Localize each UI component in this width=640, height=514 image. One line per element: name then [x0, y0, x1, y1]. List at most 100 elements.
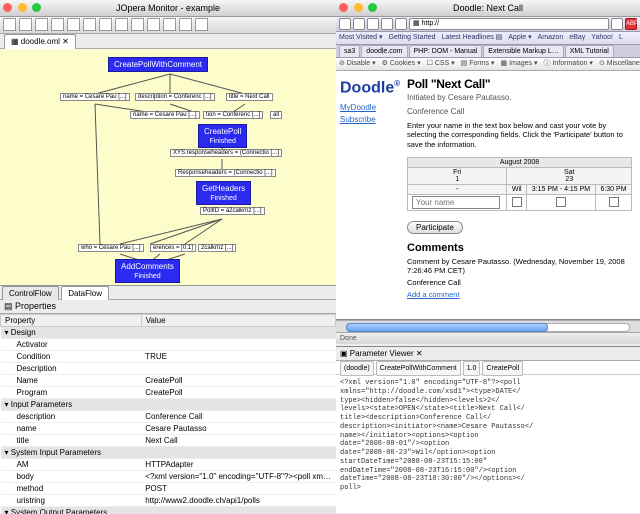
- property-category[interactable]: ▾ System Input Parameters: [1, 447, 336, 459]
- bookmark-item[interactable]: L: [619, 34, 623, 41]
- forward-button[interactable]: [353, 18, 365, 30]
- devbar-item[interactable]: ⊘ Disable ▾: [339, 60, 376, 67]
- node-createpollwithcomment[interactable]: CreatePollWithComment: [108, 57, 208, 72]
- node-state: Finished: [210, 195, 236, 202]
- property-value[interactable]: CreatePoll: [141, 387, 335, 399]
- participate-button[interactable]: Participate: [407, 221, 463, 234]
- toolbar-button[interactable]: [147, 18, 160, 31]
- reload-button[interactable]: [367, 18, 379, 30]
- poll-initiator: Initiated by Cesare Pautasso.: [407, 93, 632, 102]
- back-button[interactable]: [339, 18, 351, 30]
- adblock-icon[interactable]: ABP: [625, 18, 637, 30]
- link-subscribe[interactable]: Subscribe: [340, 115, 395, 124]
- status-text: Done: [340, 335, 357, 342]
- property-value[interactable]: [141, 339, 335, 351]
- toolbar-button[interactable]: [131, 18, 144, 31]
- poll-instructions: Enter your name in the text box below an…: [407, 121, 632, 149]
- toolbar-button[interactable]: [163, 18, 176, 31]
- browser-tab[interactable]: sa3: [339, 45, 360, 58]
- browser-tab[interactable]: doodle.com: [361, 45, 407, 58]
- edge-label: name = Cesare Pau [...]: [60, 93, 130, 101]
- node-label: CreatePollWithComment: [114, 60, 202, 69]
- browser-tab[interactable]: PHP: DOM - Manual: [409, 45, 483, 58]
- browser-tab[interactable]: Extensible Markup L…: [483, 45, 563, 58]
- toolbar-button[interactable]: [179, 18, 192, 31]
- breadcrumb-segment[interactable]: CreatePollWithComment: [376, 361, 461, 376]
- col-value[interactable]: Value: [141, 315, 335, 327]
- bookmark-item[interactable]: Getting Started: [388, 34, 435, 41]
- workflow-canvas[interactable]: CreatePollWithComment name = Cesare Pau …: [0, 49, 336, 286]
- devbar-item[interactable]: ▦ Images ▾: [501, 60, 538, 67]
- property-category[interactable]: ▾ Input Parameters: [1, 399, 336, 411]
- name-input[interactable]: [412, 196, 500, 209]
- property-name: Activator: [1, 339, 142, 351]
- browser-tab[interactable]: XML Tutorial: [565, 45, 614, 58]
- bookmark-item[interactable]: Most Visited ▾: [339, 34, 382, 41]
- toolbar-button[interactable]: [3, 18, 16, 31]
- toolbar-button[interactable]: [99, 18, 112, 31]
- comment-meta: Comment by Cesare Pautasso. (Wednesday, …: [407, 257, 632, 275]
- tab-dataflow[interactable]: DataFlow: [61, 286, 109, 300]
- property-value[interactable]: Next Call: [141, 435, 335, 447]
- toolbar-button[interactable]: [195, 18, 208, 31]
- devbar-item[interactable]: ⊙ Miscellaneous ▾: [599, 60, 640, 67]
- devbar-item[interactable]: ⚙ Cookies ▾: [382, 60, 421, 67]
- url-bar[interactable]: ▦ http://: [409, 18, 609, 30]
- property-value[interactable]: POST: [141, 483, 335, 495]
- properties-table[interactable]: PropertyValue ▾ DesignActivatorCondition…: [0, 314, 336, 514]
- devbar-item[interactable]: ⓘ Information ▾: [544, 60, 593, 67]
- add-comment-link[interactable]: Add a comment: [407, 290, 460, 299]
- jopera-titlebar[interactable]: JOpera Monitor - example: [0, 0, 336, 17]
- property-category[interactable]: ▾ System Output Parameters: [1, 507, 336, 514]
- devbar-item[interactable]: ☐ CSS ▾: [427, 60, 455, 67]
- bookmark-item[interactable]: Apple ▾: [508, 34, 531, 41]
- property-value[interactable]: Conference Call: [141, 411, 335, 423]
- tab-controlflow[interactable]: ControlFlow: [2, 286, 59, 300]
- jopera-title: JOpera Monitor - example: [0, 0, 336, 16]
- devbar-item[interactable]: ▤ Forms ▾: [461, 60, 495, 67]
- cal-time: 3:15 PM - 4:15 PM: [526, 185, 595, 195]
- property-value[interactable]: Cesare Pautasso: [141, 423, 335, 435]
- horizontal-scrollbar[interactable]: [336, 320, 640, 332]
- toolbar-button[interactable]: [83, 18, 96, 31]
- toolbar-button[interactable]: [67, 18, 80, 31]
- properties-title: Properties: [15, 301, 56, 311]
- breadcrumb-segment[interactable]: 1.0: [463, 361, 481, 376]
- property-value[interactable]: HTTPAdapter: [141, 459, 335, 471]
- property-value[interactable]: http://www2.doodle.ch/api1/polls: [141, 495, 335, 507]
- search-button[interactable]: [611, 18, 623, 30]
- editor-tab[interactable]: ▦ doodle.oml ✕: [4, 34, 76, 49]
- toolbar-button[interactable]: [51, 18, 64, 31]
- toolbar-button[interactable]: [19, 18, 32, 31]
- node-addcomments[interactable]: AddCommentsFinished: [115, 259, 180, 283]
- toolbar-button[interactable]: [35, 18, 48, 31]
- node-getheaders[interactable]: GetHeadersFinished: [196, 181, 251, 205]
- vote-checkbox[interactable]: [609, 197, 619, 207]
- vote-checkbox[interactable]: [512, 197, 522, 207]
- breadcrumb-segment[interactable]: (doodle): [340, 361, 374, 376]
- firefox-titlebar[interactable]: Doodle: Next Call: [336, 0, 640, 17]
- property-value[interactable]: TRUE: [141, 351, 335, 363]
- property-name: description: [1, 411, 142, 423]
- bookmarks-bar: Most Visited ▾ Getting Started Latest Head…: [336, 32, 640, 45]
- scrollbar-thumb[interactable]: [346, 323, 548, 332]
- col-property[interactable]: Property: [1, 315, 142, 327]
- property-name: Condition: [1, 351, 142, 363]
- cal-time: 6:30 PM: [596, 185, 632, 195]
- stop-button[interactable]: [381, 18, 393, 30]
- parameter-xml[interactable]: <?xml version="1.0" encoding="UTF-8"?><p…: [336, 375, 640, 511]
- bookmark-item[interactable]: Amazon: [538, 34, 564, 41]
- property-value[interactable]: <?xml version="1.0" encoding="UTF-8"?><p…: [141, 471, 335, 483]
- bookmark-item[interactable]: Yahoo!: [591, 34, 613, 41]
- home-button[interactable]: [395, 18, 407, 30]
- property-category[interactable]: ▾ Design: [1, 327, 336, 339]
- link-mydoodle[interactable]: MyDoodle: [340, 103, 395, 112]
- node-createpoll[interactable]: CreatePollFinished: [198, 124, 247, 148]
- property-value[interactable]: [141, 363, 335, 375]
- bookmark-item[interactable]: Latest Headlines ▤: [442, 34, 503, 41]
- breadcrumb-segment[interactable]: CreatePoll: [482, 361, 523, 376]
- vote-checkbox[interactable]: [556, 197, 566, 207]
- bookmark-item[interactable]: eBay: [569, 34, 585, 41]
- property-value[interactable]: CreatePoll: [141, 375, 335, 387]
- toolbar-button[interactable]: [115, 18, 128, 31]
